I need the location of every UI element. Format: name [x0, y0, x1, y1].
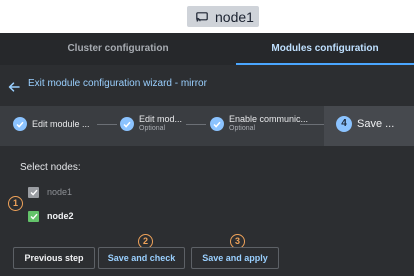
step-check-icon — [120, 117, 134, 131]
callout-1: 1 — [8, 196, 23, 211]
step-optional-label: Optional — [229, 125, 256, 132]
tab-modules-configuration[interactable]: Modules configuration — [236, 33, 414, 65]
step-label: Edit mod... — [139, 114, 183, 124]
select-nodes-title: Select nodes: — [20, 162, 81, 173]
exit-wizard-link[interactable]: Exit module configuration wizard - mirro… — [28, 78, 207, 89]
save-and-apply-button[interactable]: Save and apply — [191, 247, 279, 269]
step-edit-mod-optional[interactable]: Edit mod... Optional — [118, 106, 206, 146]
step-connector — [186, 124, 206, 125]
step-save-active[interactable]: 4 Save ... — [324, 106, 414, 146]
top-bar: node1 — [0, 0, 414, 33]
tab-cluster-configuration[interactable]: Cluster configuration — [0, 33, 236, 65]
wizard-header: Exit module configuration wizard - mirro… — [0, 65, 414, 106]
step-label: Edit module ... — [32, 119, 90, 129]
app-panel: Cluster configuration Modules configurat… — [0, 33, 414, 276]
node1-checkbox — [28, 187, 39, 198]
step-connector — [97, 124, 117, 125]
step-check-icon — [13, 117, 27, 131]
step-connector — [300, 124, 324, 125]
step-check-icon — [210, 117, 224, 131]
node1-label: node1 — [47, 187, 73, 197]
step-label: Enable communic... — [229, 114, 309, 124]
step-edit-module[interactable]: Edit module ... — [0, 106, 110, 146]
wizard-stepper: Edit module ... Edit mod... Optional Ena… — [0, 106, 414, 146]
previous-step-button[interactable]: Previous step — [13, 247, 95, 269]
node2-label[interactable]: node2 — [47, 211, 74, 221]
step-enable-communication[interactable]: Enable communic... Optional — [208, 106, 320, 146]
step-optional-label: Optional — [139, 125, 166, 132]
node-chip-name: node1 — [215, 8, 254, 25]
node-chip[interactable]: node1 — [187, 6, 259, 27]
back-arrow-icon[interactable] — [8, 79, 20, 97]
step-number: 4 — [336, 116, 352, 132]
node2-checkbox[interactable] — [28, 211, 39, 222]
tab-bar: Cluster configuration Modules configurat… — [0, 33, 414, 65]
monitor-icon — [196, 11, 208, 22]
save-and-check-button[interactable]: Save and check — [98, 247, 185, 269]
step-label: Save ... — [357, 118, 395, 130]
